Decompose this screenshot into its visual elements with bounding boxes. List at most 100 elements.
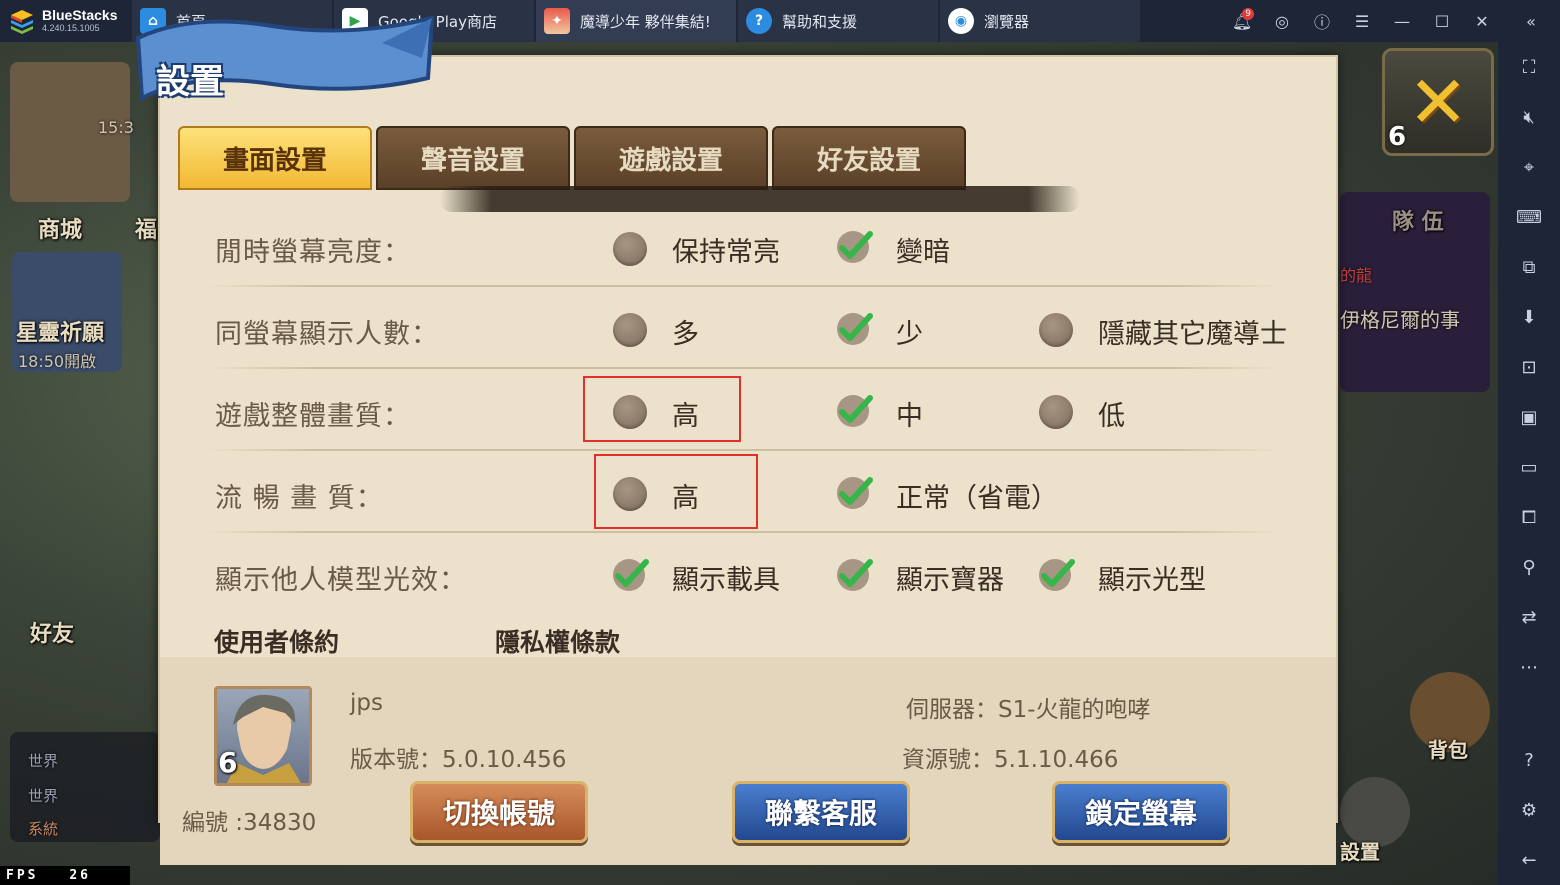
row-divider: [205, 531, 1280, 533]
maximize-icon[interactable]: ☐: [1422, 0, 1462, 42]
player-name: jps: [350, 690, 383, 716]
notification-bell-icon[interactable]: 🔔︎ 9: [1222, 0, 1262, 42]
settings-title: 設置: [156, 62, 224, 102]
option-quality-low[interactable]: 低: [1098, 394, 1125, 433]
version-text: 版本號：5.0.10.456: [350, 747, 567, 773]
radio-hide-others[interactable]: [1039, 313, 1073, 347]
option-many[interactable]: 多: [672, 312, 699, 351]
brand: BlueStacks 4.240.15.1005: [0, 0, 130, 42]
settings-label[interactable]: 設置: [1340, 836, 1380, 865]
brand-name: BlueStacks: [42, 7, 118, 24]
fu-label[interactable]: 福: [135, 212, 157, 244]
lock-screen-button[interactable]: 鎖定螢幕: [1052, 781, 1230, 843]
tab-game-settings[interactable]: 遊戲設置: [574, 126, 768, 190]
back-arrow-icon[interactable]: ←: [1498, 835, 1560, 885]
radio-keep-on[interactable]: [613, 232, 647, 266]
check-icon[interactable]: [612, 558, 650, 592]
radio-quality-high[interactable]: [613, 395, 647, 429]
check-icon[interactable]: [836, 394, 874, 428]
option-keep-on[interactable]: 保持常亮: [672, 230, 780, 269]
menu-icon[interactable]: ☰: [1342, 0, 1382, 42]
more-icon[interactable]: ⋯: [1498, 642, 1560, 692]
option-show-vehicle[interactable]: 顯示載具: [672, 558, 780, 597]
settings-icon[interactable]: ⚙: [1498, 785, 1560, 835]
volume-mute-icon[interactable]: 🔇︎: [1498, 92, 1560, 142]
option-dim[interactable]: 變暗: [896, 230, 950, 269]
fullscreen-icon[interactable]: ⛶: [1498, 42, 1560, 92]
switch-account-button[interactable]: 切換帳號: [410, 781, 588, 843]
model-effects-label: 顯示他人模型光效：: [215, 565, 467, 596]
tab-label: 魔導少年 夥伴集結!: [580, 12, 711, 31]
highlight-box: [583, 376, 741, 442]
radio-quality-low[interactable]: [1039, 395, 1073, 429]
multi-instance-icon[interactable]: ⧉: [1498, 242, 1560, 292]
option-smooth-high[interactable]: 高: [672, 476, 699, 515]
folder-icon[interactable]: ▭: [1498, 442, 1560, 492]
overall-quality-label: 遊戲整體畫質：: [215, 401, 411, 432]
screenshot-icon[interactable]: ⊡: [1498, 342, 1560, 392]
settings-tabs: 畫面設置 聲音設置 遊戲設置 好友設置: [178, 126, 966, 190]
shop-label[interactable]: 商城: [38, 212, 82, 244]
check-icon[interactable]: [1038, 558, 1076, 592]
chat-world-tag: 世界: [28, 787, 59, 805]
same-screen-label: 同螢幕顯示人數：: [215, 319, 439, 350]
tab-display-settings[interactable]: 畫面設置: [178, 126, 372, 190]
tab-label: 幫助和支援: [782, 12, 858, 31]
bag-label[interactable]: 背包: [1428, 734, 1468, 763]
option-smooth-normal[interactable]: 正常（省電）: [896, 476, 1058, 515]
pointer-icon[interactable]: ⌖: [1498, 142, 1560, 192]
option-quality-high[interactable]: 高: [672, 394, 699, 433]
copy-icon[interactable]: ⧠: [1498, 492, 1560, 542]
account-icon[interactable]: ◎: [1262, 0, 1302, 42]
check-icon[interactable]: [836, 558, 874, 592]
contact-support-button[interactable]: 聯繫客服: [732, 781, 910, 843]
row-divider: [205, 367, 1280, 369]
collapse-sidebar-icon[interactable]: «: [1502, 0, 1560, 42]
friends-label[interactable]: 好友: [30, 616, 74, 648]
option-few[interactable]: 少: [896, 312, 923, 351]
quest-title: 的龍: [1340, 266, 1373, 285]
tab-browser[interactable]: ◉ 瀏覽器: [940, 0, 1140, 42]
shake-icon[interactable]: ⇄: [1498, 592, 1560, 642]
idle-brightness-label: 閒時螢幕亮度：: [215, 237, 411, 268]
star-wish-time: 18:50開啟: [18, 352, 97, 371]
right-sidebar: ⛶ 🔇︎ ⌖ ⌨ ⧉ ⬇ ⊡ ▣ ▭ ⧠ ⚲ ⇄ ⋯ ? ⚙ ←: [1498, 42, 1560, 885]
game-app-icon: ✦: [544, 8, 570, 34]
radio-many[interactable]: [613, 313, 647, 347]
help-icon: ?: [746, 8, 772, 34]
option-show-treasure[interactable]: 顯示寶器: [896, 558, 1004, 597]
help-box-icon[interactable]: ?: [1498, 735, 1560, 785]
record-video-icon[interactable]: ▣: [1498, 392, 1560, 442]
option-show-light[interactable]: 顯示光型: [1098, 558, 1206, 597]
tab-sound-settings[interactable]: 聲音設置: [376, 126, 570, 190]
row-divider: [205, 285, 1280, 287]
tab-help[interactable]: ? 幫助和支援: [738, 0, 938, 42]
check-icon[interactable]: [836, 230, 874, 264]
privacy-link[interactable]: 隱私權條款: [495, 623, 620, 659]
option-hide-others[interactable]: 隱藏其它魔導士: [1098, 312, 1287, 351]
check-icon[interactable]: [836, 476, 874, 510]
tab-game[interactable]: ✦ 魔導少年 夥伴集結!: [536, 0, 736, 42]
help-circle-icon[interactable]: ⓘ: [1302, 0, 1342, 42]
fps-value: 26: [69, 868, 91, 883]
row-divider: [205, 449, 1280, 451]
option-quality-mid[interactable]: 中: [896, 394, 923, 433]
radio-smooth-high[interactable]: [613, 477, 647, 511]
avatar-level: 6: [218, 746, 238, 779]
location-pin-icon[interactable]: ⚲: [1498, 542, 1560, 592]
tab-label: 瀏覽器: [984, 12, 1030, 31]
team-label[interactable]: 隊 伍: [1392, 204, 1444, 236]
server-text: 伺服器：S1-火龍的咆哮: [906, 697, 1151, 723]
terms-link[interactable]: 使用者條約: [214, 623, 339, 659]
star-wish-label[interactable]: 星靈祈願: [16, 315, 104, 347]
apk-install-icon[interactable]: ⬇: [1498, 292, 1560, 342]
close-level: 6: [1388, 122, 1407, 152]
check-icon[interactable]: [836, 312, 874, 346]
keyboard-icon[interactable]: ⌨: [1498, 192, 1560, 242]
bluestacks-logo-icon: [11, 10, 33, 34]
tab-friend-settings[interactable]: 好友設置: [772, 126, 966, 190]
quest-text[interactable]: 伊格尼爾的事: [1340, 304, 1460, 333]
minimize-icon[interactable]: —: [1382, 0, 1422, 42]
globe-icon: ◉: [948, 8, 974, 34]
close-window-icon[interactable]: ✕: [1462, 0, 1502, 42]
